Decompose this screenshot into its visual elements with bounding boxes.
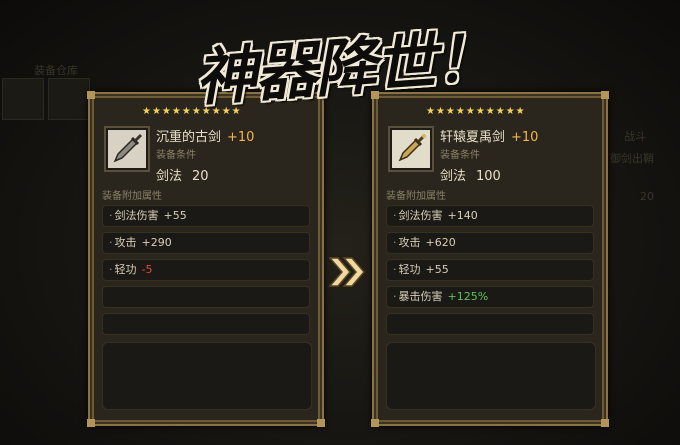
attribute-row: · 轻功 -5 — [102, 259, 310, 281]
attribute-value: +620 — [425, 236, 456, 249]
frame-corner — [371, 419, 379, 427]
requirement-skill: 剑法 — [156, 169, 183, 184]
attribute-row: · 攻击 +290 — [102, 232, 310, 254]
bg-inventory-label: 装备仓库 — [34, 64, 78, 77]
new-weapon-card: ★★★★★★★★★★ 轩辕夏禹剑 +10 装备条件 剑法 100 装备附加属性 · 剑… — [371, 91, 609, 427]
frame-corner — [601, 91, 609, 99]
attribute-name: 剑法伤害 — [114, 209, 159, 222]
attribute-name: 剑法伤害 — [398, 209, 443, 222]
attribute-value: +55 — [163, 209, 187, 222]
old-weapon-card: ★★★★★★★★★★ 沉重的古剑 +10 装备条件 剑法 20 装备附加属性 · 剑法… — [87, 91, 325, 427]
new-weapon-name-line: 轩辕夏禹剑 +10 — [440, 126, 538, 145]
attributes-title: 装备附加属性 — [102, 191, 162, 202]
requirement-row: 剑法 100 — [440, 165, 501, 184]
frame-corner — [87, 91, 95, 99]
double-chevron-right-icon — [328, 257, 365, 287]
weapon-name: 轩辕夏禹剑 — [440, 130, 506, 145]
empty-attribute-row — [386, 313, 594, 335]
bg-side-label: 战斗 — [624, 130, 646, 143]
attribute-name: 攻击 — [398, 236, 421, 249]
frame-corner — [87, 419, 95, 427]
attribute-name: 轻功 — [398, 263, 421, 276]
attribute-row: · 暴击伤害 +125% — [386, 286, 594, 308]
requirement-value: 20 — [192, 169, 209, 184]
attribute-value: +55 — [425, 263, 449, 276]
empty-attribute-row — [102, 313, 310, 335]
weapon-level: +10 — [511, 130, 539, 145]
attribute-row: · 剑法伤害 +55 — [102, 205, 310, 227]
bg-inventory-slot — [48, 78, 90, 120]
attribute-value: +140 — [447, 209, 478, 222]
frame-corner — [317, 419, 325, 427]
requirement-label: 装备条件 — [156, 150, 196, 161]
bg-side-label: 20 — [640, 190, 654, 203]
attribute-name: 攻击 — [114, 236, 137, 249]
bg-inventory-slot — [2, 78, 44, 120]
attribute-value: +125% — [447, 290, 489, 303]
requirement-row: 剑法 20 — [156, 165, 209, 184]
attribute-list: · 剑法伤害 +140 · 攻击 +620 · 轻功 +55 · 暴击伤害 +125% — [386, 205, 594, 340]
requirement-value: 100 — [476, 169, 501, 184]
event-title: 神器降世！ — [192, 20, 497, 115]
empty-attribute-row — [102, 286, 310, 308]
attribute-name: 暴击伤害 — [398, 290, 443, 303]
attribute-list: · 剑法伤害 +55 · 攻击 +290 · 轻功 -5 — [102, 205, 310, 340]
description-box — [102, 342, 312, 410]
attribute-row: · 剑法伤害 +140 — [386, 205, 594, 227]
attribute-value: -5 — [141, 263, 153, 276]
attribute-row: · 轻功 +55 — [386, 259, 594, 281]
attribute-row: · 攻击 +620 — [386, 232, 594, 254]
frame-corner — [601, 419, 609, 427]
bg-side-label: 御剑出鞘 — [610, 152, 654, 165]
broadsword-icon[interactable] — [104, 126, 150, 172]
requirement-label: 装备条件 — [440, 150, 480, 161]
description-box — [386, 342, 596, 410]
attributes-title: 装备附加属性 — [386, 191, 446, 202]
requirement-skill: 剑法 — [440, 169, 467, 184]
golden-sword-icon[interactable] — [388, 126, 434, 172]
attribute-name: 轻功 — [114, 263, 137, 276]
attribute-value: +290 — [141, 236, 172, 249]
